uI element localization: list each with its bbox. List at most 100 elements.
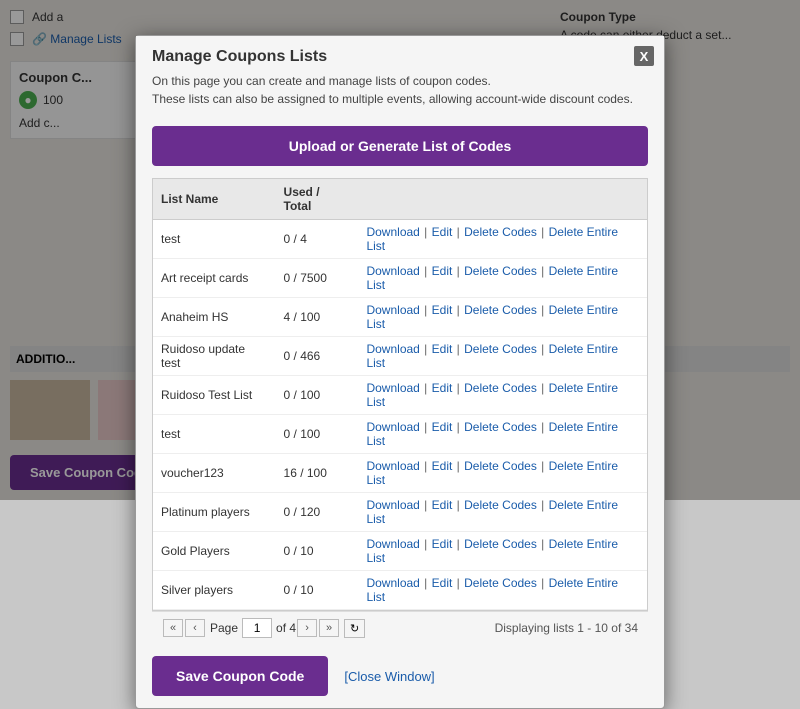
action-edit-8[interactable]: Edit (432, 537, 453, 551)
action-edit-7[interactable]: Edit (432, 498, 453, 512)
action-delete-codes-0[interactable]: Delete Codes (464, 225, 537, 239)
table-body: test0 / 4Download | Edit | Delete Codes … (153, 220, 647, 610)
cell-used-total: 0 / 4 (276, 220, 359, 259)
action-separator: | (453, 303, 463, 317)
modal-description: On this page you can create and manage l… (152, 72, 648, 108)
action-edit-2[interactable]: Edit (432, 303, 453, 317)
action-delete-codes-1[interactable]: Delete Codes (464, 264, 537, 278)
col-actions (358, 179, 647, 220)
action-download-9[interactable]: Download (366, 576, 419, 590)
action-download-0[interactable]: Download (366, 225, 419, 239)
cell-list-name: Silver players (153, 571, 276, 610)
action-delete-codes-9[interactable]: Delete Codes (464, 576, 537, 590)
action-edit-4[interactable]: Edit (432, 381, 453, 395)
cell-actions: Download | Edit | Delete Codes | Delete … (358, 376, 647, 415)
table-row: Platinum players0 / 120Download | Edit |… (153, 493, 647, 532)
action-download-3[interactable]: Download (366, 342, 419, 356)
modal-desc-line2: These lists can also be assigned to mult… (152, 92, 633, 106)
table-row: Gold Players0 / 10Download | Edit | Dele… (153, 532, 647, 571)
action-delete-codes-7[interactable]: Delete Codes (464, 498, 537, 512)
table-row: Ruidoso update test0 / 466Download | Edi… (153, 337, 647, 376)
cell-list-name: Gold Players (153, 532, 276, 571)
cell-actions: Download | Edit | Delete Codes | Delete … (358, 337, 647, 376)
table-row: Anaheim HS4 / 100Download | Edit | Delet… (153, 298, 647, 337)
action-separator: | (421, 225, 431, 239)
cell-actions: Download | Edit | Delete Codes | Delete … (358, 415, 647, 454)
cell-used-total: 0 / 100 (276, 376, 359, 415)
action-edit-5[interactable]: Edit (432, 420, 453, 434)
pagination-bar: « ‹ Page of 4 › » ↻ Displaying lists 1 -… (152, 611, 648, 644)
table-row: Silver players0 / 10Download | Edit | De… (153, 571, 647, 610)
action-separator: | (421, 498, 431, 512)
action-separator: | (538, 498, 548, 512)
cell-actions: Download | Edit | Delete Codes | Delete … (358, 259, 647, 298)
action-download-1[interactable]: Download (366, 264, 419, 278)
manage-coupons-modal: Manage Coupons Lists On this page you ca… (135, 35, 665, 709)
action-delete-codes-6[interactable]: Delete Codes (464, 459, 537, 473)
table-row: test0 / 100Download | Edit | Delete Code… (153, 415, 647, 454)
upload-generate-button[interactable]: Upload or Generate List of Codes (152, 126, 648, 166)
action-edit-1[interactable]: Edit (432, 264, 453, 278)
action-download-5[interactable]: Download (366, 420, 419, 434)
action-download-6[interactable]: Download (366, 459, 419, 473)
action-edit-9[interactable]: Edit (432, 576, 453, 590)
action-edit-0[interactable]: Edit (432, 225, 453, 239)
cell-used-total: 4 / 100 (276, 298, 359, 337)
col-used-total: Used / Total (276, 179, 359, 220)
action-separator: | (421, 576, 431, 590)
action-separator: | (453, 225, 463, 239)
cell-used-total: 0 / 7500 (276, 259, 359, 298)
display-info: Displaying lists 1 - 10 of 34 (495, 621, 638, 635)
refresh-btn[interactable]: ↻ (344, 619, 365, 638)
action-separator: | (421, 342, 431, 356)
cell-list-name: Art receipt cards (153, 259, 276, 298)
action-download-4[interactable]: Download (366, 381, 419, 395)
table-header-row: List Name Used / Total (153, 179, 647, 220)
cell-actions: Download | Edit | Delete Codes | Delete … (358, 571, 647, 610)
last-page-btn[interactable]: » (319, 619, 339, 637)
cell-list-name: voucher123 (153, 454, 276, 493)
save-coupon-button[interactable]: Save Coupon Code (152, 656, 328, 696)
action-delete-codes-2[interactable]: Delete Codes (464, 303, 537, 317)
modal-close-button[interactable]: X (634, 46, 654, 66)
cell-list-name: Platinum players (153, 493, 276, 532)
action-separator: | (421, 420, 431, 434)
table-row: test0 / 4Download | Edit | Delete Codes … (153, 220, 647, 259)
action-edit-3[interactable]: Edit (432, 342, 453, 356)
action-download-2[interactable]: Download (366, 303, 419, 317)
action-separator: | (538, 225, 548, 239)
cell-actions: Download | Edit | Delete Codes | Delete … (358, 454, 647, 493)
action-delete-codes-5[interactable]: Delete Codes (464, 420, 537, 434)
coupon-lists-table-container: List Name Used / Total test0 / 4Download… (152, 178, 648, 611)
action-download-8[interactable]: Download (366, 537, 419, 551)
modal-footer: Save Coupon Code [Close Window] (136, 644, 664, 708)
cell-actions: Download | Edit | Delete Codes | Delete … (358, 493, 647, 532)
first-page-btn[interactable]: « (163, 619, 183, 637)
action-separator: | (421, 381, 431, 395)
action-separator: | (453, 264, 463, 278)
action-separator: | (538, 303, 548, 317)
page-label: Page (210, 621, 238, 635)
page-of-label: of 4 (276, 621, 296, 635)
prev-page-btn[interactable]: ‹ (185, 619, 205, 637)
table-row: Ruidoso Test List0 / 100Download | Edit … (153, 376, 647, 415)
next-page-btn[interactable]: › (297, 619, 317, 637)
action-download-7[interactable]: Download (366, 498, 419, 512)
cell-list-name: test (153, 415, 276, 454)
cell-actions: Download | Edit | Delete Codes | Delete … (358, 298, 647, 337)
action-delete-codes-3[interactable]: Delete Codes (464, 342, 537, 356)
page-number-input[interactable] (242, 618, 272, 638)
action-separator: | (538, 381, 548, 395)
action-separator: | (453, 381, 463, 395)
action-separator: | (538, 264, 548, 278)
modal-header: Manage Coupons Lists On this page you ca… (136, 36, 664, 116)
action-edit-6[interactable]: Edit (432, 459, 453, 473)
cell-used-total: 0 / 120 (276, 493, 359, 532)
cell-used-total: 0 / 10 (276, 532, 359, 571)
action-separator: | (453, 459, 463, 473)
cell-list-name: Ruidoso Test List (153, 376, 276, 415)
action-delete-codes-8[interactable]: Delete Codes (464, 537, 537, 551)
action-delete-codes-4[interactable]: Delete Codes (464, 381, 537, 395)
action-separator: | (421, 264, 431, 278)
close-window-link[interactable]: [Close Window] (344, 669, 434, 684)
